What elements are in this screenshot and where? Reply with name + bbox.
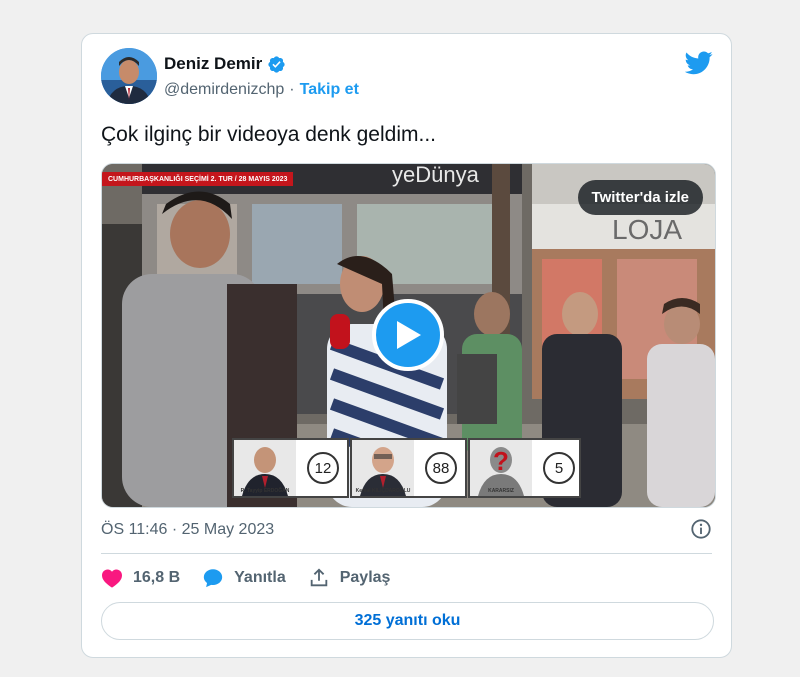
share-button[interactable]: Paylaş	[308, 567, 391, 589]
svg-text:?: ?	[493, 446, 509, 476]
like-count: 16,8 B	[133, 569, 181, 586]
separator-dot: ·	[289, 81, 295, 98]
watch-on-twitter-button[interactable]: Twitter'da izle	[577, 180, 703, 215]
poll-candidate-3: ? KARARSIZ 5	[468, 438, 581, 498]
poll-candidate-2: Kemal KILIÇDAROĞLU 88	[350, 438, 467, 498]
reply-bubble-icon	[203, 569, 223, 588]
poll-count: 5	[543, 452, 575, 484]
poll-candidate-1: R. Tayyip ERDOĞAN 12	[232, 438, 349, 498]
action-bar: 16,8 B Yanıtla Paylaş	[101, 566, 412, 590]
election-banner: CUMHURBAŞKANLIĞI SEÇİMİ 2. TUR / 28 MAYI…	[102, 172, 294, 186]
like-button[interactable]: 16,8 B	[101, 568, 180, 588]
poll-count: 88	[425, 452, 457, 484]
poll-count: 12	[307, 452, 339, 484]
twitter-bird-icon[interactable]	[685, 51, 713, 75]
heart-icon	[102, 569, 122, 588]
share-label: Paylaş	[339, 569, 391, 586]
video-player[interactable]: yeDünya LOJA CUMHURBAŞKANLIĞI SEÇİMİ 2. …	[101, 163, 716, 508]
candidate-name: KARARSIZ	[488, 488, 514, 494]
candidate-name: Kemal KILIÇDAROĞLU	[355, 488, 411, 494]
divider	[101, 553, 712, 554]
store-sign-text: yeDünya	[392, 164, 480, 187]
tweet-timestamp[interactable]: ÖS 11:46 · 25 May 2023	[101, 521, 274, 539]
share-icon	[310, 568, 327, 587]
verified-badge-icon	[268, 55, 285, 73]
tweet-text: Çok ilginç bir videoya denk geldim...	[101, 123, 436, 146]
avatar[interactable]	[101, 48, 157, 104]
store-sign2-text: LOJA	[612, 214, 682, 245]
play-icon	[397, 321, 421, 349]
play-button[interactable]	[372, 299, 444, 371]
reply-label: Yanıtla	[234, 569, 286, 586]
follow-link[interactable]: Takip et	[300, 81, 359, 99]
info-icon[interactable]	[690, 518, 712, 540]
display-name[interactable]: Deniz Demir	[164, 54, 262, 74]
tweet-card: Deniz Demir @demirdenizchp · Takip et Ço…	[81, 33, 732, 658]
candidate-name: R. Tayyip ERDOĞAN	[240, 488, 290, 494]
user-handle[interactable]: @demirdenizchp	[164, 81, 284, 99]
read-replies-button[interactable]: 325 yanıtı oku	[101, 602, 714, 640]
reply-button[interactable]: Yanıtla	[202, 567, 286, 589]
